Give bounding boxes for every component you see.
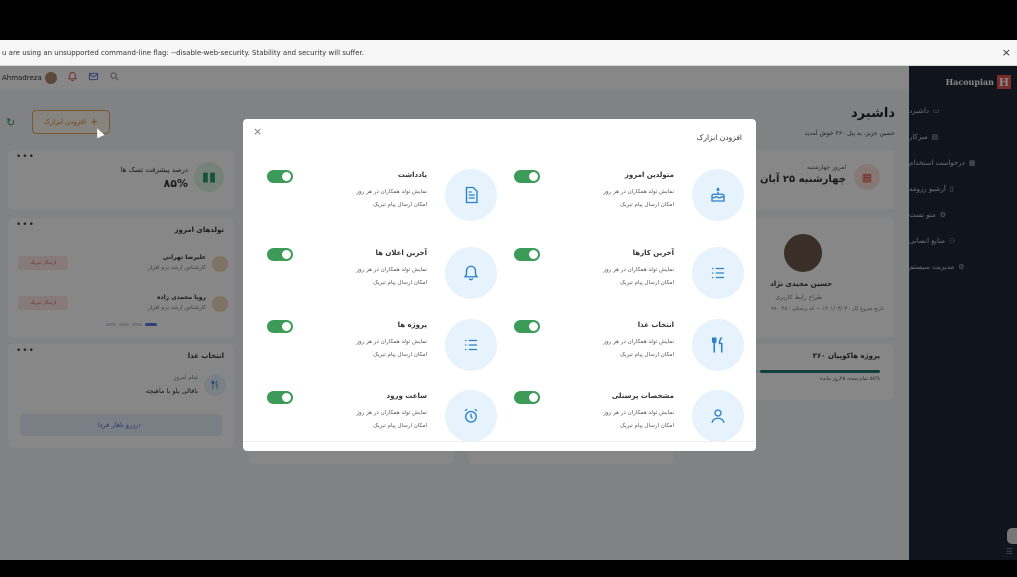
add-widget-modal: افزودن ابزارک × متولدین امروز نمایش تولد… xyxy=(243,119,756,451)
modal-title: افزودن ابزارک xyxy=(696,133,742,142)
widget-food[interactable]: انتخاب غذا نمایش تولد همکاران در هر روز … xyxy=(514,319,744,375)
note-icon xyxy=(445,169,497,221)
widget-desc: امکان ارسال پیام تبریک xyxy=(620,280,674,286)
widget-name: پروژه ها xyxy=(397,321,427,329)
widget-toggle[interactable] xyxy=(514,248,540,261)
widget-desc: نمایش تولد همکاران در هر روز xyxy=(603,267,674,273)
widget-toggle[interactable] xyxy=(267,170,293,183)
widget-name: آخرین کارها xyxy=(632,249,674,257)
widget-desc: امکان ارسال پیام تبریک xyxy=(373,352,427,358)
widget-name: آخرین اعلان ها xyxy=(375,249,427,257)
widget-name: یادداشت xyxy=(397,171,427,179)
bell-icon xyxy=(445,247,497,299)
divider xyxy=(243,441,756,442)
widget-recent-tasks[interactable]: آخرین کارها نمایش تولد همکاران در هر روز… xyxy=(514,247,744,303)
side-handle-icon[interactable] xyxy=(1007,528,1017,544)
widget-desc: نمایش تولد همکاران در هر روز xyxy=(603,189,674,195)
widget-desc: امکان ارسال پیام تبریک xyxy=(373,202,427,208)
screen: u are using an unsupported command-line … xyxy=(0,0,1017,577)
app: Ahmadreza داشبرد حسین عزیز، به پنل ۳۶۰ خ… xyxy=(0,66,1017,560)
widget-desc: امکان ارسال پیام تبریک xyxy=(373,280,427,286)
list-icon xyxy=(445,319,497,371)
widget-desc: نمایش تولد همکاران در هر روز xyxy=(603,410,674,416)
user-icon xyxy=(692,390,744,442)
widget-desc: نمایش تولد همکاران در هر روز xyxy=(356,339,427,345)
widget-toggle[interactable] xyxy=(267,320,293,333)
widget-desc: امکان ارسال پیام تبریک xyxy=(373,423,427,429)
widget-desc: نمایش تولد همکاران در هر روز xyxy=(356,267,427,273)
widget-birthdays[interactable]: متولدین امروز نمایش تولد همکاران در هر ر… xyxy=(514,169,744,225)
widget-desc: امکان ارسال پیام تبریک xyxy=(620,352,674,358)
widget-name: مشخصات پرسنلی xyxy=(611,392,674,400)
widget-desc: نمایش تولد همکاران در هر روز xyxy=(356,189,427,195)
widget-toggle[interactable] xyxy=(514,170,540,183)
widget-toggle[interactable] xyxy=(514,391,540,404)
widget-toggle[interactable] xyxy=(514,320,540,333)
widget-personnel-info[interactable]: مشخصات پرسنلی نمایش تولد همکاران در هر ر… xyxy=(514,390,744,446)
close-warning-icon[interactable]: × xyxy=(1002,40,1011,65)
widget-toggle[interactable] xyxy=(267,391,293,404)
widget-desc: امکان ارسال پیام تبریک xyxy=(620,202,674,208)
close-icon[interactable]: × xyxy=(253,125,262,138)
widget-projects[interactable]: پروژه ها نمایش تولد همکاران در هر روز ام… xyxy=(267,319,497,375)
widget-desc: نمایش تولد همکاران در هر روز xyxy=(356,410,427,416)
fork-knife-icon xyxy=(692,319,744,371)
widget-toggle[interactable] xyxy=(267,248,293,261)
widget-check-in-time[interactable]: ساعت ورود نمایش تولد همکاران در هر روز ا… xyxy=(267,390,497,446)
security-warning-bar: u are using an unsupported command-line … xyxy=(0,40,1017,66)
warning-text: u are using an unsupported command-line … xyxy=(2,49,364,57)
list-icon xyxy=(692,247,744,299)
widget-name: متولدین امروز xyxy=(624,171,674,179)
widget-notifications[interactable]: آخرین اعلان ها نمایش تولد همکاران در هر … xyxy=(267,247,497,303)
cake-icon xyxy=(692,169,744,221)
widget-desc: نمایش تولد همکاران در هر روز xyxy=(603,339,674,345)
widget-desc: امکان ارسال پیام تبریک xyxy=(620,423,674,429)
widget-notes[interactable]: یادداشت نمایش تولد همکاران در هر روز امک… xyxy=(267,169,497,225)
widget-name: ساعت ورود xyxy=(386,392,427,400)
alarm-icon xyxy=(445,390,497,442)
widget-name: انتخاب غذا xyxy=(637,321,674,329)
